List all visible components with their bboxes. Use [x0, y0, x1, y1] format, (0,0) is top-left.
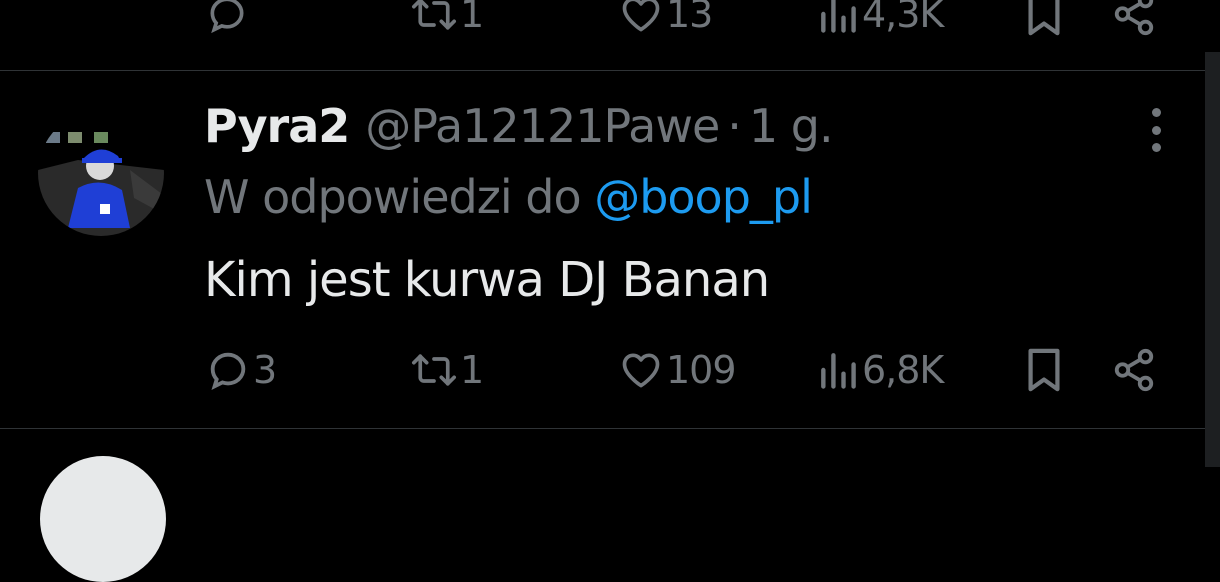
retweet-count: 1 [460, 0, 484, 36]
retweet-button[interactable]: 1 [410, 0, 484, 44]
views-icon [821, 0, 856, 33]
view-count: 4,3K [862, 0, 944, 36]
tweet-divider [0, 428, 1205, 429]
heart-icon [622, 353, 660, 388]
reply-icon [210, 352, 246, 390]
avatar[interactable] [38, 110, 164, 236]
avatar-image [38, 110, 164, 236]
reply-button[interactable]: 3 [205, 340, 277, 400]
bookmark-button[interactable] [1024, 0, 1064, 44]
like-count: 109 [666, 348, 737, 392]
reply-icon [210, 0, 244, 34]
share-button[interactable] [1111, 340, 1157, 400]
tweet-divider [0, 70, 1205, 71]
separator-dot: · [727, 99, 742, 153]
reply-context-prefix: W odpowiedzi do [204, 170, 582, 224]
retweet-icon [412, 0, 456, 30]
views-button[interactable]: 4,3K [816, 0, 944, 44]
heart-icon [622, 0, 660, 32]
user-handle[interactable]: @Pa12121Pawe [365, 99, 720, 153]
scrollbar[interactable] [1205, 52, 1220, 467]
view-count: 6,8K [862, 348, 944, 392]
bookmark-icon [1028, 0, 1060, 36]
retweet-count: 1 [460, 348, 484, 392]
reply-count: 3 [253, 348, 277, 392]
views-button[interactable]: 6,8K [816, 340, 944, 400]
more-icon-dot [1151, 125, 1161, 135]
like-button[interactable]: 13 [618, 0, 713, 44]
more-options-button[interactable] [1138, 108, 1174, 152]
like-count: 13 [666, 0, 713, 36]
more-icon-dot [1151, 143, 1161, 152]
next-tweet-avatar[interactable] [40, 456, 166, 582]
tweet-text: Kim jest kurwa DJ Banan [204, 252, 770, 308]
reply-context: W odpowiedzi do @boop_pl [204, 170, 813, 224]
share-icon [1114, 0, 1154, 36]
share-icon [1114, 348, 1154, 392]
like-button[interactable]: 109 [618, 340, 737, 400]
retweet-button[interactable]: 1 [410, 340, 484, 400]
views-icon [821, 353, 856, 389]
tweet-header: Pyra2 @Pa12121Pawe · 1 g. [204, 96, 834, 156]
share-button[interactable] [1111, 0, 1157, 44]
more-icon [1151, 108, 1161, 117]
reply-to-mention[interactable]: @boop_pl [594, 170, 813, 224]
prev-tweet-action-bar: 1 13 4,3K [0, 0, 1220, 44]
retweet-icon [412, 354, 456, 386]
bookmark-button[interactable] [1024, 340, 1064, 400]
timestamp[interactable]: 1 g. [749, 99, 834, 153]
display-name[interactable]: Pyra2 [204, 99, 350, 153]
bookmark-icon [1028, 348, 1060, 392]
tweet-action-bar: 3 1 109 6,8K [0, 340, 1220, 400]
reply-button[interactable] [205, 0, 251, 44]
